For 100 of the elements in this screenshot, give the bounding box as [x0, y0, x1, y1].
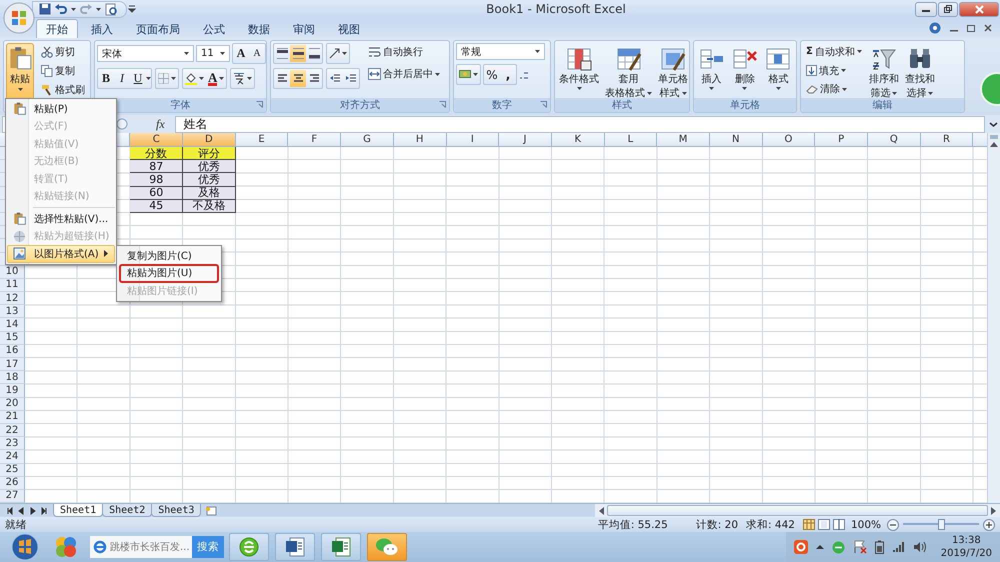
- phonetic-button[interactable]: [231, 70, 254, 87]
- ribbon-tab[interactable]: 公式: [193, 19, 235, 38]
- row-header[interactable]: 22: [0, 424, 25, 438]
- column-header[interactable]: G: [341, 133, 394, 147]
- expand-circle-icon[interactable]: [116, 118, 128, 130]
- zoom-in-icon[interactable]: [983, 518, 995, 530]
- font-name-field[interactable]: 宋体: [97, 45, 194, 62]
- scroll-left-icon[interactable]: [598, 506, 604, 514]
- minimize-button[interactable]: [915, 2, 937, 16]
- row-header[interactable]: 24: [0, 450, 25, 464]
- table-brush-icon[interactable]: [616, 46, 642, 72]
- column-header[interactable]: R: [920, 133, 974, 147]
- row-header[interactable]: 27: [0, 490, 25, 503]
- browser-icon[interactable]: [238, 536, 260, 558]
- column-header[interactable]: F: [288, 133, 342, 147]
- bold-button[interactable]: B: [98, 70, 114, 87]
- tray-app-icon[interactable]: [832, 540, 845, 554]
- clipboard-button[interactable]: 格式刷: [38, 81, 88, 99]
- scroll-up-icon[interactable]: [990, 141, 998, 147]
- percent-button[interactable]: %: [484, 66, 500, 83]
- column-header[interactable]: H: [394, 133, 446, 147]
- zoom-out-icon[interactable]: [887, 518, 899, 530]
- row-header[interactable]: 15: [0, 332, 25, 345]
- conditional-format-icon[interactable]: [566, 46, 592, 72]
- search-field[interactable]: 跳楼市长张百发...: [90, 536, 192, 558]
- formula-field[interactable]: 姓名: [174, 116, 985, 132]
- ribbon-button[interactable]: 套用 表格格式: [603, 43, 654, 98]
- italic-button[interactable]: I: [114, 70, 130, 87]
- menu-item[interactable]: 以图片格式(A): [7, 245, 115, 262]
- format-cells-icon[interactable]: [765, 46, 792, 72]
- wrap-text-button[interactable]: 自动换行: [365, 43, 443, 61]
- chat-bubbles-icon[interactable]: [375, 537, 399, 557]
- column-header[interactable]: C: [130, 133, 184, 147]
- new-sheet-icon[interactable]: [205, 506, 218, 516]
- column-header[interactable]: L: [604, 133, 658, 147]
- row-header[interactable]: 13: [0, 305, 25, 318]
- zoom-level[interactable]: 100%: [850, 518, 881, 530]
- merge-center-button[interactable]: 合并后居中: [365, 65, 443, 83]
- dialog-launcher-icon[interactable]: [256, 101, 263, 108]
- ribbon-tab[interactable]: 数据: [238, 19, 280, 38]
- close-icon[interactable]: [984, 24, 992, 32]
- start-button-icon[interactable]: [10, 532, 40, 562]
- horizontal-align-button[interactable]: [290, 70, 306, 87]
- help-icon[interactable]: [929, 22, 941, 34]
- autosum-button[interactable]: Σ 自动求和: [803, 43, 865, 61]
- volume-icon[interactable]: [912, 541, 927, 553]
- row-header[interactable]: 25: [0, 464, 25, 477]
- scroll-thumb[interactable]: [607, 505, 988, 516]
- colorful-petals-icon[interactable]: [54, 535, 78, 559]
- battery-icon[interactable]: [874, 540, 884, 554]
- column-header[interactable]: O: [762, 133, 816, 147]
- page-break-icon[interactable]: [832, 519, 845, 530]
- word-document-icon[interactable]: [284, 536, 306, 558]
- column-header[interactable]: J: [499, 133, 552, 147]
- ribbon-tab[interactable]: 页面布局: [126, 19, 190, 38]
- customize-caret-icon[interactable]: [127, 5, 137, 13]
- insert-function-label[interactable]: fx: [156, 116, 165, 132]
- column-header[interactable]: K: [552, 133, 605, 147]
- vertical-align-button[interactable]: [274, 45, 290, 62]
- row-header[interactable]: 14: [0, 318, 25, 332]
- sheet-tab[interactable]: Sheet2: [102, 504, 152, 517]
- ribbon-button[interactable]: 插入: [696, 43, 727, 98]
- clipboard-button[interactable]: 复制: [38, 62, 88, 80]
- column-header[interactable]: P: [815, 133, 868, 147]
- vertical-align-button[interactable]: [306, 45, 322, 62]
- row-header[interactable]: 10: [0, 266, 25, 279]
- row-header[interactable]: 23: [0, 437, 25, 450]
- column-header[interactable]: D: [183, 133, 236, 147]
- clear-button[interactable]: 清除: [803, 80, 865, 98]
- slider-thumb[interactable]: [938, 519, 945, 530]
- column-header[interactable]: E: [236, 133, 288, 147]
- row-header[interactable]: 12: [0, 292, 25, 306]
- menu-item[interactable]: 复制为图片(C): [120, 247, 218, 264]
- paste-button[interactable]: 粘贴: [6, 43, 34, 101]
- shrink-font-button[interactable]: A: [249, 45, 265, 62]
- row-header[interactable]: 18: [0, 371, 25, 384]
- sheet-nav-icon[interactable]: [40, 506, 49, 514]
- print-preview-icon[interactable]: [105, 2, 118, 16]
- menu-item[interactable]: 粘贴为图片(U): [120, 264, 218, 282]
- ribbon-button[interactable]: 条件格式: [557, 43, 601, 98]
- ribbon-button[interactable]: 删除: [730, 43, 760, 98]
- restore-button[interactable]: [938, 2, 958, 16]
- sheet-tab[interactable]: Sheet3: [151, 504, 202, 517]
- ribbon-button[interactable]: 格式: [763, 43, 794, 98]
- ribbon-button[interactable]: 单元格 样式: [656, 43, 689, 98]
- normal-view-icon[interactable]: [802, 519, 815, 530]
- close-button[interactable]: [959, 2, 999, 16]
- input-method-icon[interactable]: [794, 540, 808, 554]
- menu-item[interactable]: 粘贴(P): [7, 100, 115, 118]
- clipboard-button[interactable]: 剪切: [38, 43, 88, 61]
- sheet-tab[interactable]: Sheet1: [53, 504, 104, 517]
- grow-font-button[interactable]: A: [233, 45, 249, 62]
- taskbar-app-button[interactable]: [229, 533, 269, 561]
- ribbon-button[interactable]: 排序和 筛选: [866, 43, 901, 98]
- dialog-launcher-icon[interactable]: [439, 101, 446, 108]
- column-header[interactable]: Q: [868, 133, 921, 147]
- menu-item[interactable]: 选择性粘贴(V)...: [7, 210, 115, 228]
- undo-icon[interactable]: [55, 3, 67, 15]
- signal-icon[interactable]: [892, 541, 905, 553]
- column-header[interactable]: M: [657, 133, 710, 147]
